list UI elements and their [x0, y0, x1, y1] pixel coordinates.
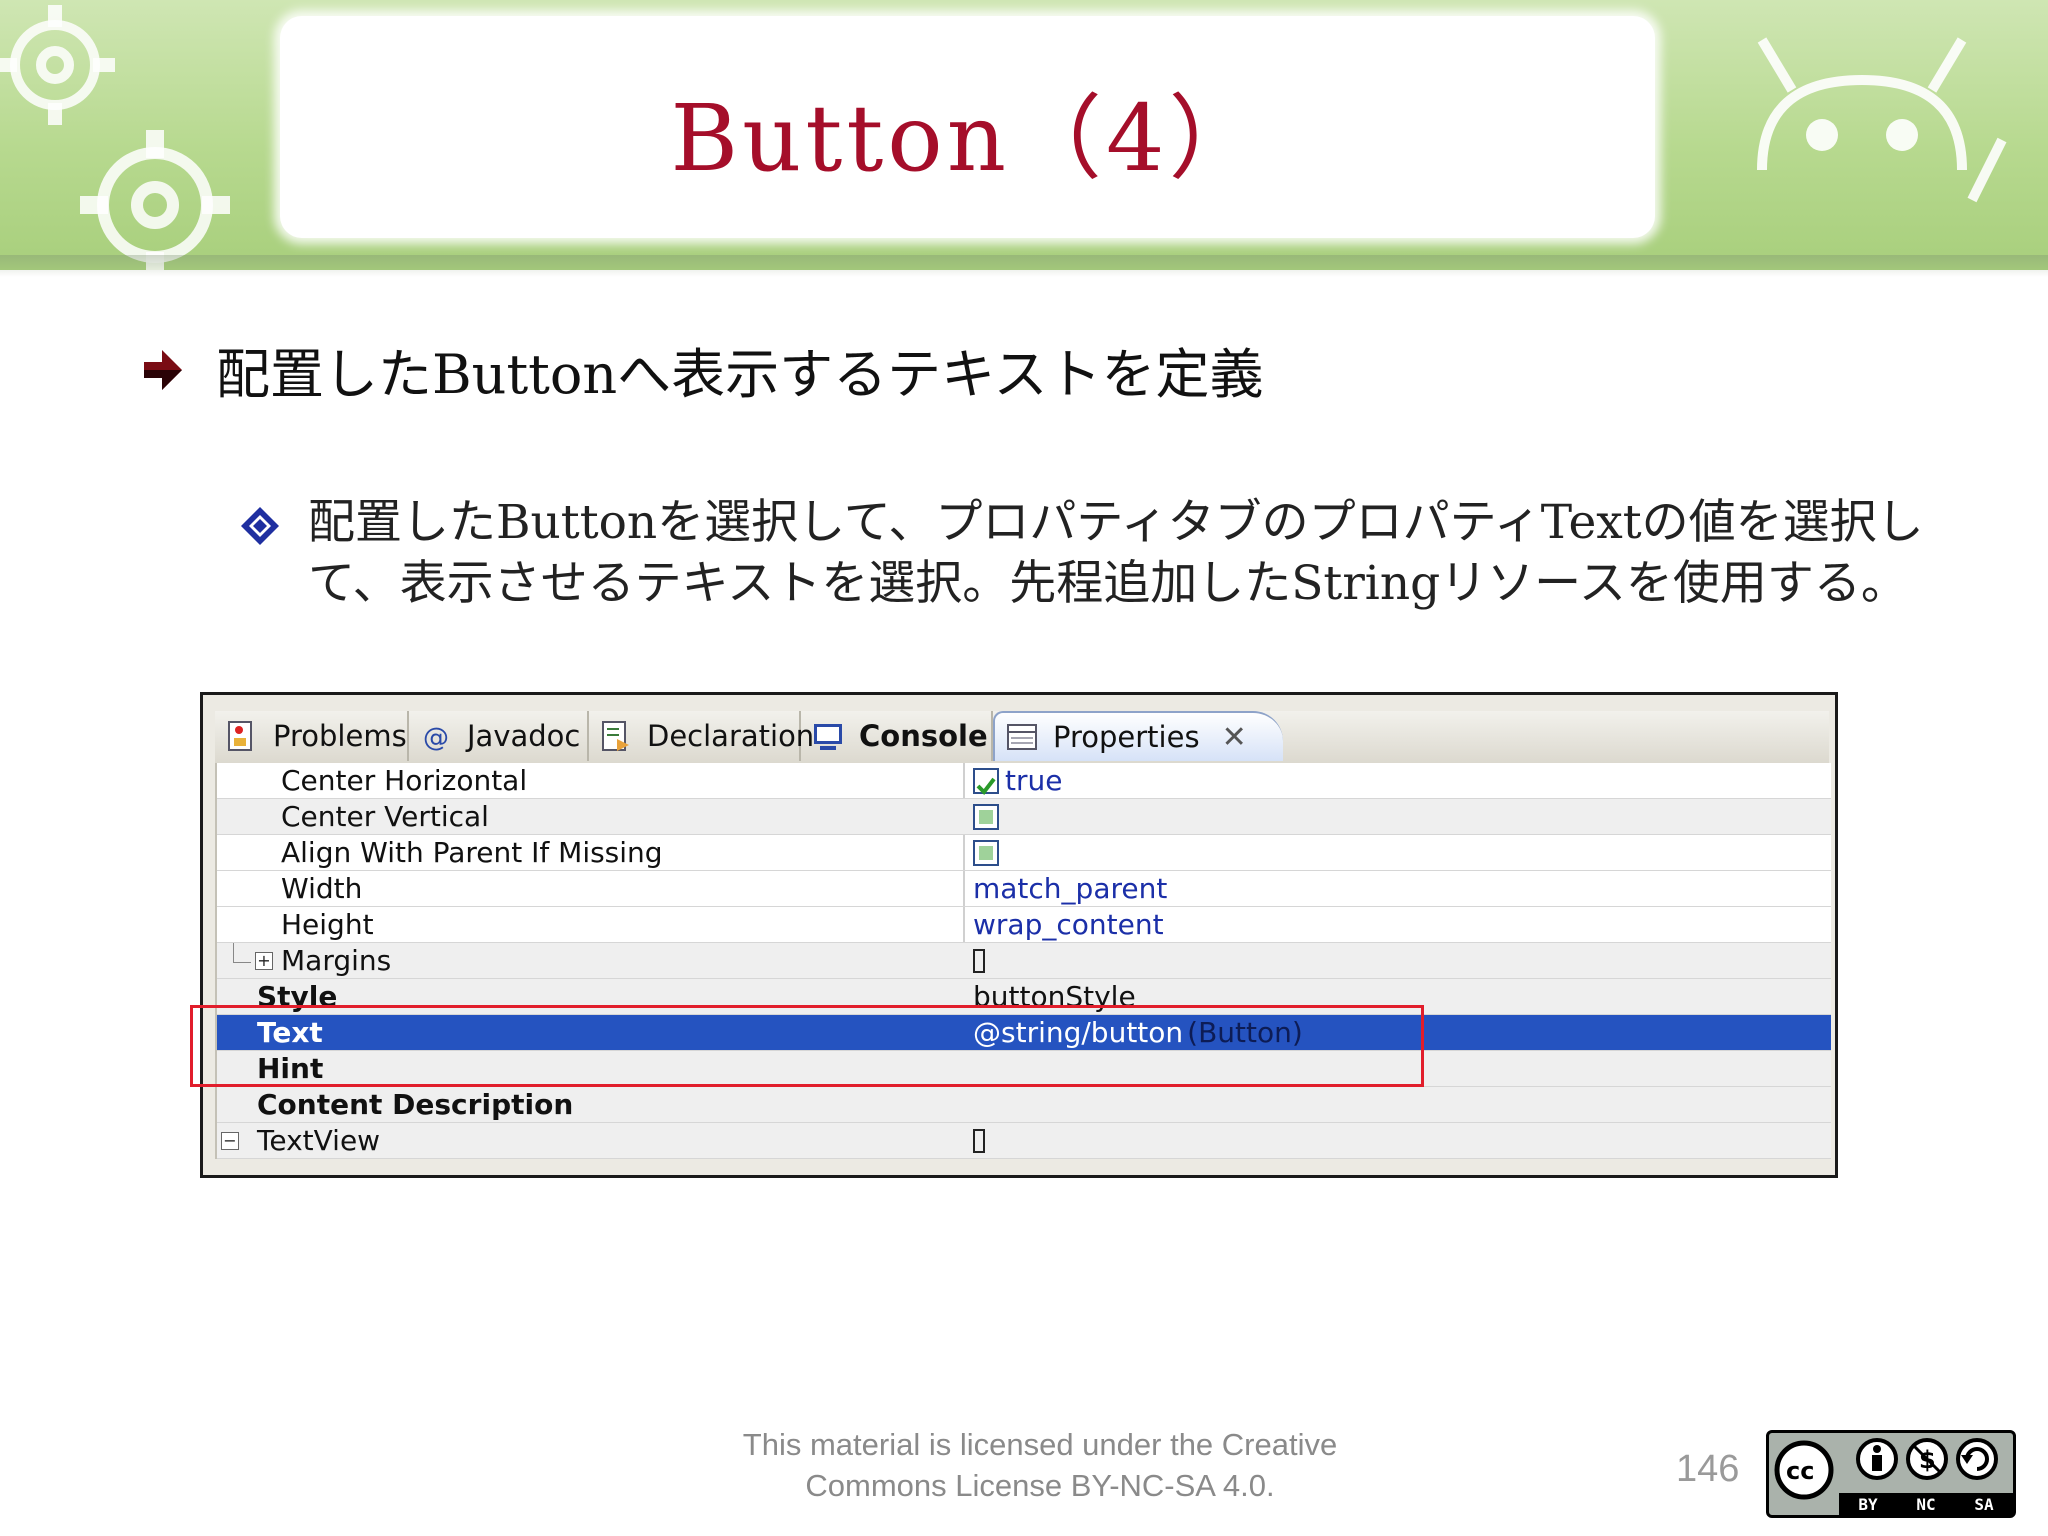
property-value[interactable]: match_parent — [973, 871, 1167, 906]
checkbox-checked[interactable] — [973, 767, 999, 795]
checkbox-unset[interactable] — [973, 803, 999, 830]
property-value-text: true — [1005, 764, 1063, 797]
slide-title: Button（4） — [670, 84, 1265, 192]
banner-shadow — [0, 255, 2048, 277]
noncommercial-icon: $ — [1906, 1438, 1948, 1480]
license-text: This material is licensed under the Crea… — [640, 1424, 1440, 1506]
close-icon[interactable]: ✕ — [1222, 720, 1247, 755]
arrow-bullet-icon — [144, 349, 182, 390]
cc-label: BY — [1858, 1494, 1878, 1514]
view-tab-bar: Problems @ Javadoc Declaration Console P… — [215, 711, 1829, 765]
property-row[interactable]: Align With Parent If Missing — [217, 835, 1831, 871]
property-row[interactable]: Width match_parent — [217, 871, 1831, 907]
property-row[interactable]: Content Description — [217, 1087, 1831, 1123]
cc-license-badge[interactable]: cc $ BY NC SA — [1766, 1430, 2016, 1518]
declaration-icon — [602, 721, 629, 751]
bullet-level1: 配置したButtonへ表示するテキストを定義 — [140, 330, 1264, 409]
property-value[interactable]: wrap_content — [973, 907, 1164, 942]
license-line: This material is licensed under the Crea… — [742, 1427, 1338, 1462]
properties-icon — [1007, 724, 1037, 750]
cc-label: NC — [1916, 1494, 1936, 1514]
tab-label: Problems — [273, 719, 407, 753]
at-sign-icon: @ — [423, 723, 449, 753]
svg-text:@: @ — [423, 723, 449, 753]
expand-icon[interactable]: + — [255, 952, 273, 970]
property-value[interactable] — [973, 799, 1005, 834]
property-name: TextView — [257, 1124, 381, 1157]
tree-connector — [233, 943, 234, 963]
property-name: Height — [281, 908, 374, 941]
tab-label: Declaration — [647, 719, 815, 753]
eclipse-properties-panel: Problems @ Javadoc Declaration Console P… — [200, 692, 1838, 1178]
property-name: Align With Parent If Missing — [281, 836, 663, 869]
tab-problems[interactable]: Problems — [215, 711, 409, 761]
property-row[interactable]: + Margins — [217, 943, 1831, 979]
property-name: Content Description — [257, 1088, 574, 1121]
collapse-icon[interactable]: − — [221, 1132, 239, 1150]
header-banner: Button（4） — [0, 0, 2048, 270]
property-name: Margins — [281, 944, 392, 977]
problems-icon — [228, 721, 252, 751]
property-value[interactable] — [973, 943, 985, 978]
tab-javadoc[interactable]: @ Javadoc — [409, 711, 589, 761]
svg-text:cc: cc — [1786, 1457, 1814, 1485]
cc-labels: BY NC SA — [1839, 1493, 2013, 1515]
tab-label: Javadoc — [467, 719, 581, 753]
console-icon — [814, 724, 842, 750]
checkbox-unset[interactable] — [973, 839, 999, 866]
tab-declaration[interactable]: Declaration — [589, 711, 814, 761]
property-value[interactable]: true — [973, 763, 1062, 798]
tab-properties[interactable]: Properties ✕ — [993, 711, 1283, 761]
property-name: Width — [281, 872, 363, 905]
tree-connector — [233, 962, 251, 963]
property-row[interactable]: − TextView — [217, 1123, 1831, 1159]
property-name: Center Vertical — [281, 800, 489, 833]
property-row[interactable]: Center Vertical — [217, 799, 1831, 835]
android-icon — [1757, 37, 2007, 203]
tab-label: Console — [859, 719, 988, 753]
page-number: 146 — [1676, 1448, 1740, 1490]
cc-label: SA — [1974, 1494, 1994, 1514]
title-box: Button（4） — [280, 16, 1655, 238]
tab-label: Properties — [1053, 720, 1200, 754]
attribution-icon — [1856, 1438, 1898, 1480]
highlight-box — [190, 1005, 1424, 1087]
tab-console[interactable]: Console — [801, 711, 993, 761]
bullet1-text: 配置したButtonへ表示するテキストを定義 — [216, 343, 1264, 406]
cc-icon: cc — [1774, 1440, 1834, 1500]
check-icon — [976, 777, 996, 795]
bullet2-text: 配置したButtonを選択して、プロパティタブのプロパティTextの値を選択して… — [308, 495, 1924, 611]
empty-value-icon — [973, 948, 985, 973]
property-row[interactable]: Height wrap_content — [217, 907, 1831, 943]
license-line: Commons License BY-NC-SA 4.0. — [805, 1468, 1275, 1503]
property-name: Center Horizontal — [281, 764, 528, 797]
gear-icon — [80, 130, 230, 270]
empty-value-icon — [973, 1128, 985, 1153]
property-row[interactable]: Center Horizontal true — [217, 763, 1831, 799]
sharealike-icon — [1956, 1438, 1998, 1480]
property-value[interactable] — [973, 1123, 985, 1158]
property-value[interactable] — [973, 835, 1005, 870]
property-grid: Center Horizontal true Center Vertical A… — [215, 763, 1831, 1159]
diamond-bullet-icon — [241, 507, 279, 545]
